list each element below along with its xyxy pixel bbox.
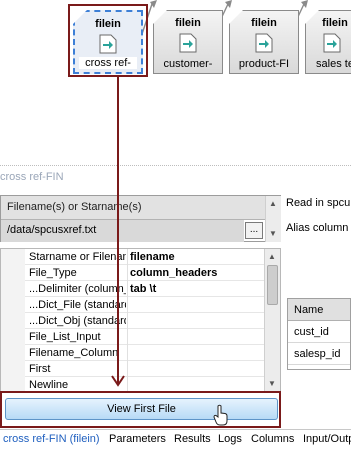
view-first-file-button[interactable]: View First File xyxy=(5,398,278,420)
tab-logs[interactable]: Logs xyxy=(218,433,242,445)
alias-description: Alias column r xyxy=(286,222,351,234)
property-name: Newline xyxy=(29,379,69,391)
row-gutter xyxy=(1,265,25,281)
property-row[interactable]: ...Dict_Obj (standard xyxy=(1,313,264,329)
table-row[interactable]: cust_id xyxy=(288,321,350,343)
tab-filein[interactable]: cross ref-FIN (filein) xyxy=(3,433,100,445)
property-row[interactable]: Filename_Column xyxy=(1,345,264,361)
property-name: ...Dict_Obj (standard xyxy=(29,315,126,327)
scroll-down-icon[interactable]: ▼ xyxy=(268,379,276,388)
property-scrollbar[interactable]: ▲ ▼ xyxy=(264,249,280,392)
row-gutter xyxy=(1,281,25,297)
panel-title: cross ref-FIN xyxy=(0,171,64,183)
property-row[interactable]: File_Type column_headers xyxy=(1,265,264,281)
property-name: Filename_Column xyxy=(29,347,119,359)
scroll-thumb[interactable] xyxy=(267,265,278,305)
column-divider xyxy=(127,329,128,345)
filename-field[interactable]: /data/spcusxref.txt xyxy=(1,220,244,242)
file-import-icon xyxy=(255,33,273,53)
node-product[interactable]: filein product-FI xyxy=(229,10,299,74)
read-in-description: Read in spcu xyxy=(286,197,351,209)
node-title: filein xyxy=(322,17,348,29)
scroll-down-icon[interactable]: ▼ xyxy=(269,229,277,238)
column-divider xyxy=(127,361,128,377)
property-name: File_List_Input xyxy=(29,331,101,343)
column-divider xyxy=(127,265,128,281)
property-value[interactable]: filename xyxy=(130,251,175,263)
table-row[interactable]: salesp_id xyxy=(288,343,350,365)
bottom-tab-bar: cross ref-FIN (filein) Parameters Result… xyxy=(0,429,351,451)
scroll-up-icon[interactable]: ▲ xyxy=(269,199,277,208)
row-gutter xyxy=(1,313,25,329)
node-label: product-FI xyxy=(238,58,290,70)
node-title: filein xyxy=(251,17,277,29)
tab-results[interactable]: Results xyxy=(174,433,211,445)
flow-canvas[interactable]: filein cross ref- filein customer- filei… xyxy=(0,0,351,165)
property-name: First xyxy=(29,363,51,375)
filename-column-header: Filename(s) or Starname(s) xyxy=(1,196,280,220)
property-name: ...Delimiter (column_l xyxy=(29,283,126,295)
name-column-header[interactable]: Name xyxy=(288,299,350,321)
property-name: File_Type xyxy=(29,267,77,279)
filename-scrollbar[interactable]: ▲ ▼ xyxy=(265,196,281,242)
node-sales[interactable]: filein sales te xyxy=(305,10,351,74)
property-row[interactable]: Starname or Filenam filename xyxy=(1,249,264,265)
tab-input-output[interactable]: Input/Outp xyxy=(303,433,351,445)
row-gutter xyxy=(1,297,25,313)
row-gutter xyxy=(1,329,25,345)
browse-button[interactable]: ... xyxy=(245,222,263,239)
property-row[interactable]: ...Delimiter (column_l tab \t xyxy=(1,281,264,297)
property-grid: Starname or Filenam filename File_Type c… xyxy=(0,248,281,393)
property-value[interactable]: tab \t xyxy=(130,283,156,295)
node-customer[interactable]: filein customer- xyxy=(153,10,223,74)
hand-cursor-icon xyxy=(213,404,228,426)
tab-columns[interactable]: Columns xyxy=(251,433,294,445)
column-name-table: Name cust_id salesp_id xyxy=(287,298,351,370)
filename-table: Filename(s) or Starname(s) /data/spcusxr… xyxy=(0,195,281,242)
scroll-up-icon[interactable]: ▲ xyxy=(268,252,276,261)
property-row[interactable]: ...Dict_File (standard xyxy=(1,297,264,313)
row-gutter xyxy=(1,345,25,361)
column-divider xyxy=(127,345,128,361)
panel-title-bar: cross ref-FIN xyxy=(0,165,351,187)
column-divider xyxy=(127,249,128,265)
column-divider xyxy=(127,297,128,313)
file-import-icon xyxy=(323,33,341,53)
property-value[interactable]: column_headers xyxy=(130,267,217,279)
property-name: Starname or Filenam xyxy=(29,251,126,263)
tab-parameters[interactable]: Parameters xyxy=(109,433,166,445)
file-import-icon xyxy=(179,33,197,53)
row-gutter xyxy=(1,361,25,377)
column-divider xyxy=(127,313,128,329)
node-label: customer- xyxy=(163,58,213,70)
property-name: ...Dict_File (standard xyxy=(29,299,126,311)
row-gutter xyxy=(1,249,25,265)
node-highlight-frame xyxy=(68,4,148,77)
property-row[interactable]: First xyxy=(1,361,264,377)
property-row[interactable]: File_List_Input xyxy=(1,329,264,345)
node-label: sales te xyxy=(316,58,351,70)
column-divider xyxy=(127,281,128,297)
node-title: filein xyxy=(175,17,201,29)
